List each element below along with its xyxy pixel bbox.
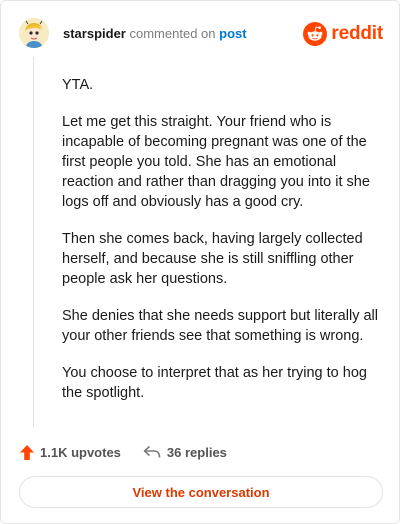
comment-card: starspider commented on post reddit YTA.… bbox=[0, 0, 400, 524]
post-link[interactable]: post bbox=[219, 26, 246, 41]
comment-actions: 1.1K upvotes 36 replies bbox=[19, 442, 227, 462]
user-avatar[interactable] bbox=[19, 18, 49, 48]
comment-paragraph: She denies that she needs support but li… bbox=[62, 308, 378, 344]
reply-arrow-icon[interactable] bbox=[143, 445, 161, 459]
header-text: starspider commented on post bbox=[63, 26, 247, 41]
comment-paragraph: You choose to interpret that as her tryi… bbox=[62, 365, 367, 401]
thread-line bbox=[33, 57, 34, 427]
avatar-illustration-icon bbox=[19, 18, 49, 48]
view-conversation-button[interactable]: View the conversation bbox=[19, 476, 383, 508]
reddit-brand[interactable]: reddit bbox=[303, 21, 383, 47]
comment-body: YTA. Let me get this straight. Your frie… bbox=[62, 75, 378, 420]
username[interactable]: starspider bbox=[63, 26, 126, 41]
comment-paragraph: Let me get this straight. Your friend wh… bbox=[62, 114, 370, 210]
reddit-snoo-icon bbox=[303, 22, 328, 46]
comment-paragraph: Then she comes back, having largely coll… bbox=[62, 231, 363, 287]
comment-paragraph: YTA. bbox=[62, 77, 94, 93]
comment-header: starspider commented on post reddit bbox=[19, 18, 385, 52]
upvote-arrow-icon[interactable] bbox=[19, 444, 35, 461]
commented-on-label: commented on bbox=[129, 26, 216, 41]
reddit-wordmark: reddit bbox=[331, 23, 383, 44]
replies-count: 36 replies bbox=[166, 444, 227, 460]
upvotes-count: 1.1K upvotes bbox=[40, 444, 121, 460]
